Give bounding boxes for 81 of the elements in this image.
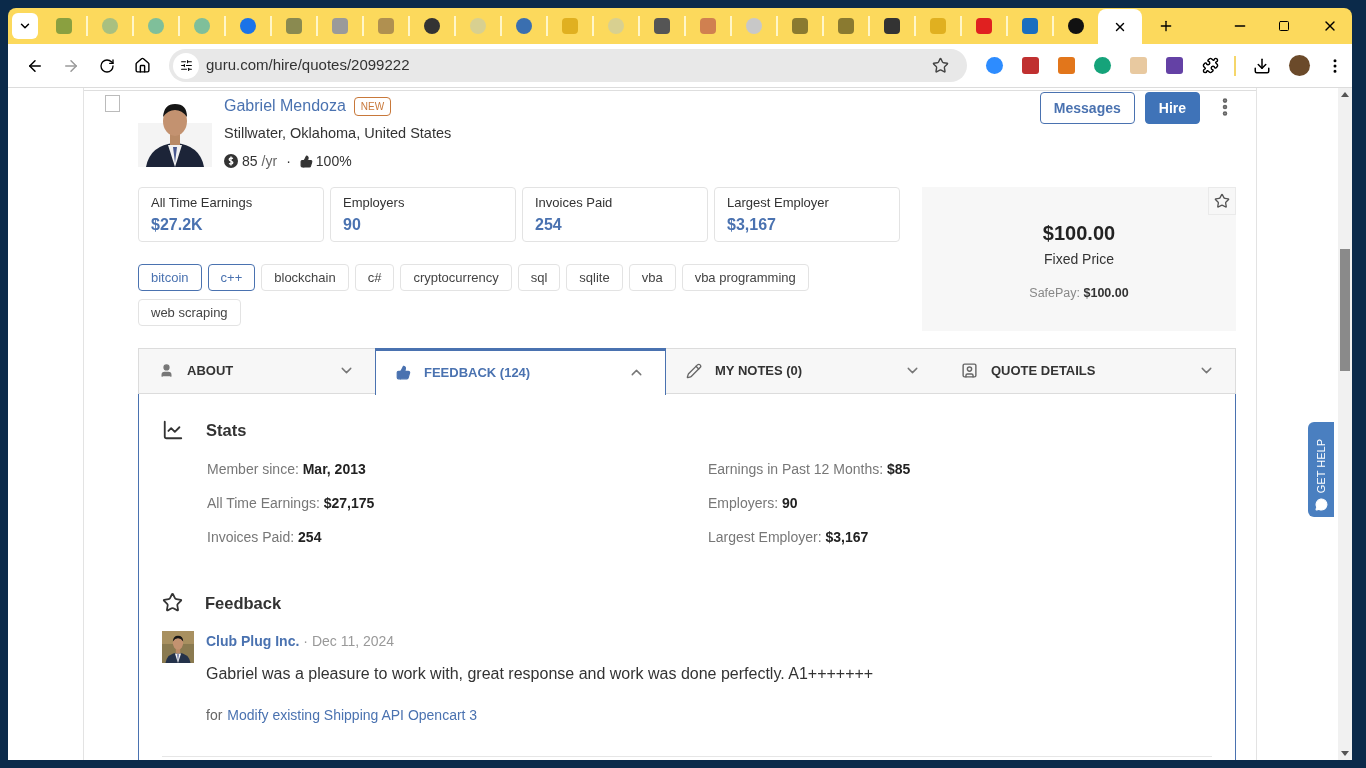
- stat-line: Earnings in Past 12 Months: $85: [708, 459, 911, 479]
- download-icon[interactable]: [1253, 56, 1271, 75]
- skill-tag[interactable]: bitcoin: [138, 263, 202, 291]
- for-label: for: [206, 706, 223, 726]
- home-icon[interactable]: [134, 57, 151, 74]
- pencil-icon: [686, 362, 702, 379]
- client-name[interactable]: Club Plug Inc.: [206, 631, 300, 653]
- profile-avatar[interactable]: [1289, 55, 1310, 76]
- user-icon: [159, 363, 174, 379]
- skill-tag[interactable]: c#: [354, 263, 395, 291]
- price-amount: $100.00: [1042, 220, 1116, 246]
- summary-value: $27.2K: [151, 215, 204, 236]
- project-link[interactable]: Modify existing Shipping API Opencart 3: [227, 705, 478, 727]
- scroll-up-icon[interactable]: [1341, 92, 1349, 97]
- feedback-text: Gabriel was a pleasure to work with, great response and work was done perfectly. A1+++++++: [206, 664, 874, 685]
- feedback-date: · Dec 11, 2024: [303, 632, 395, 652]
- reload-icon[interactable]: [99, 57, 115, 74]
- skill-tag[interactable]: blockchain: [261, 263, 349, 291]
- address-bar[interactable]: guru.com/hire/quotes/2099222: [169, 49, 967, 82]
- chat-bubble-icon: [1314, 498, 1328, 511]
- extension-icon[interactable]: [1166, 57, 1183, 74]
- section-tab[interactable]: FEEDBACK (124): [375, 347, 666, 395]
- messages-button[interactable]: Messages: [1039, 92, 1135, 124]
- tab-search-button[interactable]: [12, 13, 38, 39]
- skill-tag[interactable]: web scraping: [138, 298, 241, 326]
- profile-card-icon: [961, 362, 978, 380]
- hire-button[interactable]: Hire: [1144, 92, 1200, 124]
- price-type: Fixed Price: [1044, 249, 1114, 269]
- rate-text: 85: [242, 151, 258, 171]
- scrollbar-thumb[interactable]: [1340, 249, 1350, 371]
- summary-value: 90: [343, 215, 362, 236]
- select-checkbox[interactable]: [105, 95, 120, 112]
- summary-label: Invoices Paid: [535, 193, 614, 212]
- star-icon: [162, 592, 183, 614]
- stat-line: Member since: Mar, 2013: [207, 459, 367, 479]
- star-icon: [1214, 192, 1230, 209]
- dollar-icon: [224, 154, 238, 169]
- thumbs-up-icon: [396, 365, 411, 381]
- skill-tag[interactable]: sql: [517, 263, 561, 291]
- skill-tag[interactable]: vba: [628, 263, 676, 291]
- summary-value: $3,167: [727, 215, 777, 236]
- skill-tag[interactable]: vba programming: [681, 263, 809, 291]
- extension-icon[interactable]: [1094, 57, 1111, 74]
- summary-value: 254: [535, 215, 563, 236]
- summary-label: Largest Employer: [727, 193, 830, 212]
- feedback-heading: Feedback: [205, 592, 282, 614]
- scrollbar[interactable]: [1338, 88, 1352, 760]
- new-tab-icon[interactable]: [1158, 18, 1174, 34]
- url-text: guru.com/hire/quotes/2099222: [206, 55, 410, 76]
- skill-tag[interactable]: cryptocurrency: [400, 263, 512, 291]
- stat-line: All Time Earnings: $27,175: [207, 493, 376, 513]
- freelancer-name[interactable]: Gabriel Mendoza: [224, 94, 346, 118]
- new-badge: NEW: [353, 96, 392, 116]
- section-tab[interactable]: QUOTE DETAILS: [941, 348, 1235, 393]
- separator-dot: ·: [286, 151, 291, 171]
- close-icon[interactable]: [1113, 20, 1127, 34]
- rate-unit: /yr: [261, 151, 278, 171]
- skill-tag[interactable]: sqlite: [566, 263, 623, 291]
- extension-icon[interactable]: [1022, 57, 1039, 74]
- rating-text: 100%: [315, 151, 352, 171]
- section-tab[interactable]: ABOUT: [139, 348, 375, 393]
- stat-line: Largest Employer: $3,167: [708, 527, 870, 547]
- get-help-tab[interactable]: GET HELP: [1308, 422, 1334, 517]
- skill-tag[interactable]: c++: [207, 263, 256, 291]
- summary-label: Employers: [343, 193, 406, 212]
- thumbs-up-icon: [299, 154, 313, 168]
- location-text: Stillwater, Oklahoma, United States: [224, 124, 453, 143]
- stats-heading: Stats: [206, 419, 247, 441]
- favorite-button[interactable]: [1208, 186, 1236, 215]
- stat-line: Invoices Paid: 254: [207, 527, 323, 547]
- section-tab[interactable]: MY NOTES (0): [666, 348, 941, 393]
- extensions-icon[interactable]: [1202, 57, 1219, 74]
- scroll-down-icon[interactable]: [1341, 751, 1349, 756]
- site-settings-icon[interactable]: [173, 52, 199, 79]
- stat-line: Employers: 90: [708, 493, 799, 513]
- bookmark-star-icon[interactable]: [932, 57, 949, 74]
- safepay-text: SafePay: $100.00: [1029, 284, 1129, 302]
- line-chart-icon: [162, 419, 184, 442]
- maximize-icon[interactable]: [1278, 20, 1290, 32]
- extension-icon[interactable]: [986, 57, 1003, 74]
- summary-label: All Time Earnings: [151, 193, 254, 212]
